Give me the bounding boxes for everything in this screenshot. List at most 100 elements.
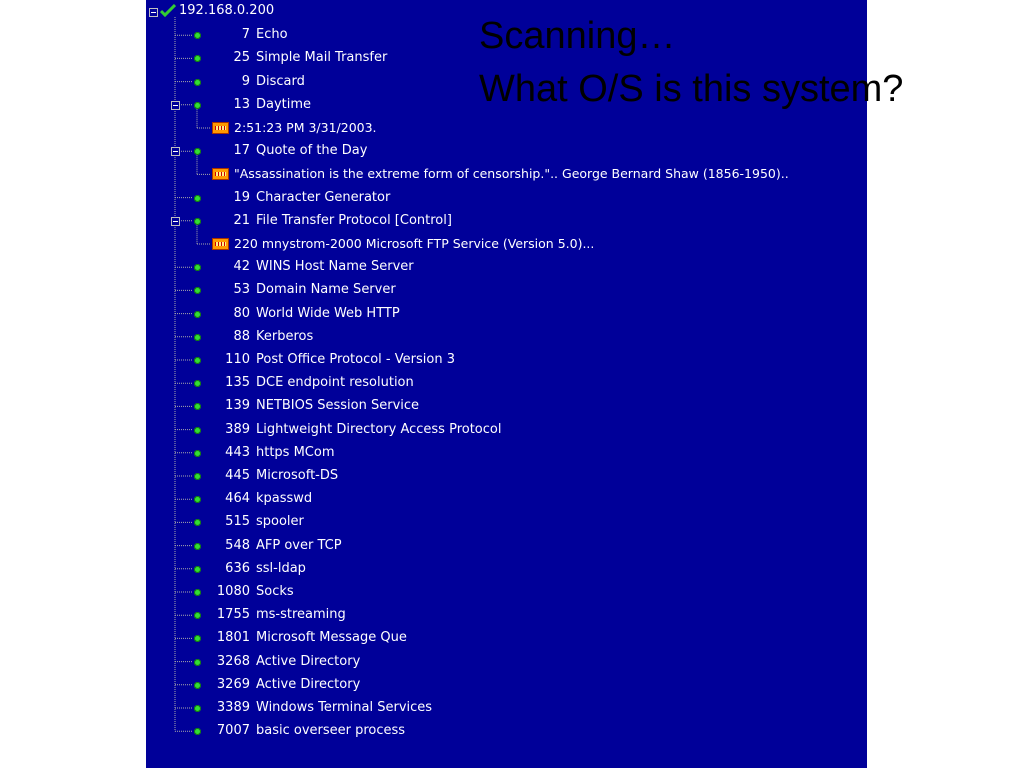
- port-number: 13: [233, 96, 250, 112]
- service-name: Active Directory: [256, 676, 361, 692]
- open-port-icon: [194, 473, 201, 480]
- service-name: basic overseer process: [256, 723, 406, 739]
- port-number: 135: [225, 375, 250, 391]
- host-node-label[interactable]: 192.168.0.200: [179, 2, 274, 20]
- port-number: 1801: [216, 630, 250, 646]
- port-node[interactable]: 1080 Socks: [214, 583, 294, 601]
- service-name: Discard: [256, 73, 305, 89]
- port-node[interactable]: 7 Echo: [214, 26, 288, 44]
- open-port-icon: [194, 449, 201, 457]
- port-node[interactable]: 25 Simple Mail Transfer: [214, 49, 387, 67]
- port-number: 88: [233, 328, 250, 344]
- slide-heading-scanning: Scanning…: [479, 15, 676, 57]
- service-name: kpasswd: [256, 491, 313, 507]
- service-name: File Transfer Protocol [Control]: [256, 212, 452, 228]
- service-name: ms-streaming: [256, 607, 346, 623]
- service-banner-text[interactable]: "Assassination is the extreme form of ce…: [234, 165, 789, 183]
- open-port-icon: [194, 519, 201, 527]
- port-node[interactable]: 21 File Transfer Protocol [Control]: [214, 212, 452, 230]
- open-port-icon: [194, 264, 201, 272]
- service-name: https MCom: [256, 444, 335, 460]
- banner-icon: [212, 168, 229, 181]
- port-node[interactable]: 443 https MCom: [214, 444, 335, 462]
- open-port-icon: [194, 194, 201, 202]
- open-port-icon: [194, 705, 201, 712]
- service-name: Windows Terminal Services: [256, 700, 433, 715]
- service-name: Character Generator: [256, 189, 391, 205]
- service-name: ssl-ldap: [256, 560, 306, 576]
- port-number: 25: [233, 50, 250, 66]
- open-port-icon: [194, 101, 201, 109]
- port-node[interactable]: 13 Daytime: [214, 96, 311, 114]
- service-name: Kerberos: [256, 328, 314, 344]
- open-port-icon: [194, 658, 201, 666]
- port-number: 7007: [216, 723, 250, 739]
- port-node[interactable]: 53 Domain Name Server: [214, 281, 396, 299]
- service-name: spooler: [256, 514, 304, 530]
- port-number: 515: [225, 514, 250, 530]
- open-port-icon: [194, 310, 201, 318]
- port-node[interactable]: 7007 basic overseer process: [214, 722, 405, 740]
- port-node[interactable]: 42 WINS Host Name Server: [214, 258, 413, 276]
- open-port-icon: [194, 357, 201, 364]
- service-name: Microsoft Message Que: [256, 630, 407, 646]
- port-node[interactable]: 515 spooler: [214, 513, 304, 531]
- service-name: AFP over TCP: [256, 537, 342, 553]
- port-number: 1755: [216, 607, 250, 623]
- port-node[interactable]: 17 Quote of the Day: [214, 142, 367, 160]
- service-name: Echo: [256, 27, 288, 43]
- open-port-icon: [194, 728, 201, 736]
- port-node[interactable]: 110 Post Office Protocol - Version 3: [214, 351, 455, 369]
- banner-icon: [212, 238, 229, 250]
- service-banner-text[interactable]: 2:51:23 PM 3/31/2003.: [234, 119, 377, 137]
- service-name: Simple Mail Transfer: [256, 50, 388, 66]
- open-port-icon: [194, 426, 201, 434]
- open-port-icon: [194, 55, 201, 63]
- banner-icon: [212, 122, 229, 134]
- port-number: 9: [241, 73, 250, 89]
- open-port-icon: [194, 496, 201, 504]
- service-name: NETBIOS Session Service: [256, 398, 420, 414]
- port-node[interactable]: 139 NETBIOS Session Service: [214, 397, 419, 415]
- port-number: 80: [233, 305, 250, 321]
- port-node[interactable]: 1755 ms-streaming: [214, 606, 346, 624]
- port-number: 464: [225, 491, 250, 507]
- port-number: 42: [233, 259, 250, 275]
- port-node[interactable]: 636 ssl-ldap: [214, 560, 306, 578]
- service-name: Quote of the Day: [256, 143, 368, 159]
- port-number: 636: [225, 560, 250, 576]
- port-node[interactable]: 9 Discard: [214, 73, 305, 91]
- port-node[interactable]: 548 AFP over TCP: [214, 537, 342, 555]
- service-banner-text[interactable]: 220 mnystrom-2000 Microsoft FTP Service …: [234, 235, 594, 253]
- port-node[interactable]: 445 Microsoft-DS: [214, 467, 338, 485]
- port-node[interactable]: 135 DCE endpoint resolution: [214, 374, 414, 392]
- port-node[interactable]: 80 World Wide Web HTTP: [214, 305, 399, 323]
- port-node[interactable]: 3389 Windows Terminal Services: [214, 699, 432, 717]
- expand-toggle[interactable]: [171, 147, 180, 157]
- port-node[interactable]: 464 kpasswd: [214, 490, 312, 508]
- open-port-icon: [194, 681, 201, 689]
- collapse-toggle[interactable]: [149, 8, 158, 17]
- port-node[interactable]: 19 Character Generator: [214, 189, 390, 207]
- open-port-icon: [194, 78, 201, 86]
- port-node[interactable]: 3269 Active Directory: [214, 676, 360, 694]
- port-number: 17: [233, 143, 250, 159]
- port-number: 21: [233, 212, 250, 228]
- port-node[interactable]: 389 Lightweight Directory Access Protocol: [214, 421, 501, 439]
- port-number: 3389: [216, 700, 250, 715]
- open-port-icon: [194, 32, 201, 40]
- port-node[interactable]: 1801 Microsoft Message Que: [214, 629, 407, 647]
- port-number: 3269: [216, 676, 250, 692]
- expand-toggle[interactable]: [171, 216, 180, 226]
- service-name: Microsoft-DS: [256, 468, 339, 483]
- scan-results-tree[interactable]: 192.168.0.200 7 Echo 25 Simple Mail Transfe…: [146, 0, 867, 768]
- port-node[interactable]: 88 Kerberos: [214, 328, 313, 346]
- port-number: 53: [233, 282, 250, 298]
- port-node[interactable]: 3268 Active Directory: [214, 653, 360, 671]
- open-port-icon: [194, 542, 201, 550]
- open-port-icon: [194, 612, 201, 620]
- service-name: Domain Name Server: [256, 282, 396, 298]
- port-number: 7: [241, 27, 250, 43]
- port-number: 139: [225, 398, 250, 414]
- expand-toggle[interactable]: [171, 100, 180, 110]
